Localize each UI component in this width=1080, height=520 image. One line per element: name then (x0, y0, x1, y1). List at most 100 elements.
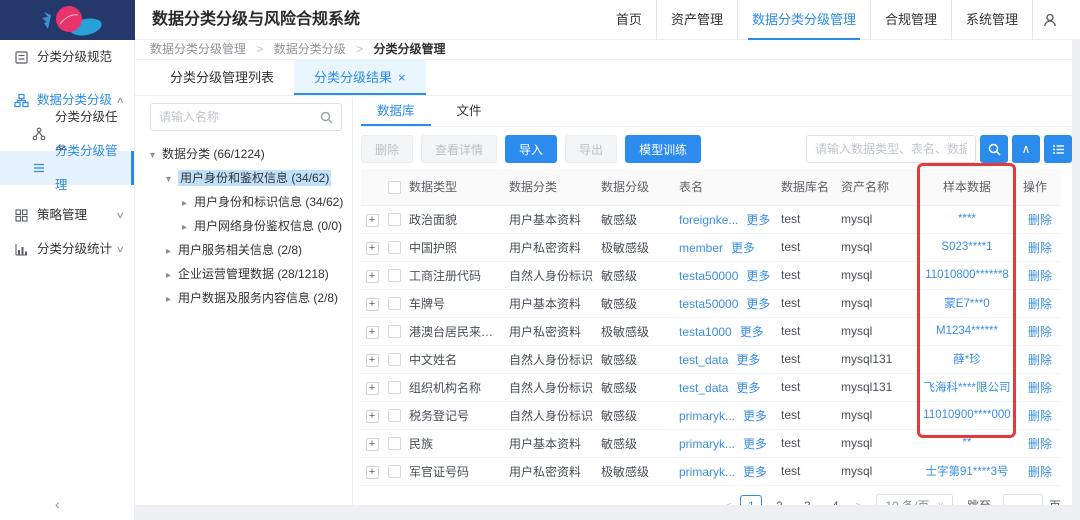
expand-row-icon[interactable]: + (366, 326, 379, 339)
next-page-icon[interactable]: > (849, 499, 868, 506)
tab-file[interactable]: 文件 (441, 97, 498, 126)
search-icon[interactable] (320, 111, 333, 124)
table-search-input[interactable] (806, 135, 976, 163)
row-checkbox[interactable] (388, 213, 401, 226)
table-name-link[interactable]: primaryk... (679, 437, 735, 451)
sidebar-collapse-button[interactable]: ‹ (45, 494, 70, 514)
row-checkbox[interactable] (388, 241, 401, 254)
tree-node[interactable]: ▸用户服务相关信息 (2/8) (150, 239, 342, 263)
expand-row-icon[interactable]: + (366, 410, 379, 423)
jump-page-input[interactable] (1003, 494, 1043, 506)
table-name-link[interactable]: testa50000 (679, 269, 738, 283)
row-checkbox[interactable] (388, 297, 401, 310)
sidebar-item-classification-spec[interactable]: 分类分级规范 (0, 40, 134, 74)
more-link[interactable]: 更多 (746, 269, 770, 283)
delete-row-link[interactable]: 删除 (1028, 325, 1052, 339)
close-icon[interactable]: × (398, 70, 406, 85)
expand-row-icon[interactable]: + (366, 242, 379, 255)
delete-row-link[interactable]: 删除 (1028, 241, 1052, 255)
row-checkbox[interactable] (388, 269, 401, 282)
expand-row-icon[interactable]: + (366, 270, 379, 283)
page-number-1[interactable]: 1 (740, 495, 762, 506)
delete-row-link[interactable]: 删除 (1028, 297, 1052, 311)
expand-row-icon[interactable]: + (366, 214, 379, 227)
delete-button[interactable]: 删除 (361, 135, 413, 163)
tree-node[interactable]: ▸用户数据及服务内容信息 (2/8) (150, 287, 342, 311)
nav-item-compliance[interactable]: 合规管理 (870, 0, 951, 40)
row-checkbox[interactable] (388, 353, 401, 366)
collapse-search-button[interactable]: ∧ (1012, 135, 1040, 163)
delete-row-link[interactable]: 删除 (1028, 409, 1052, 423)
more-link[interactable]: 更多 (740, 325, 764, 339)
expand-row-icon[interactable]: + (366, 298, 379, 311)
select-all-checkbox[interactable] (388, 181, 401, 194)
caret-right-icon[interactable]: ▸ (182, 217, 194, 239)
row-checkbox[interactable] (388, 381, 401, 394)
tree-node-selected[interactable]: ▾用户身份和鉴权信息 (34/62) (150, 167, 342, 191)
table-name-link[interactable]: testa50000 (679, 297, 738, 311)
more-link[interactable]: 更多 (731, 241, 755, 255)
table-name-link[interactable]: primaryk... (679, 465, 735, 479)
nav-item-data-classification[interactable]: 数据分类分级管理 (737, 0, 870, 40)
caret-right-icon[interactable]: ▸ (166, 265, 178, 287)
import-button[interactable]: 导入 (505, 135, 557, 163)
more-link[interactable]: 更多 (743, 437, 767, 451)
more-link[interactable]: 更多 (736, 353, 760, 367)
prev-page-icon[interactable]: < (718, 499, 737, 506)
export-button[interactable]: 导出 (565, 135, 617, 163)
nav-item-home[interactable]: 首页 (602, 0, 656, 40)
tab-classification-result[interactable]: 分类分级结果× (294, 60, 426, 95)
table-name-link[interactable]: test_data (679, 381, 728, 395)
row-checkbox[interactable] (388, 465, 401, 478)
search-button[interactable] (980, 135, 1008, 163)
caret-down-icon[interactable]: ▾ (150, 145, 162, 167)
more-link[interactable]: 更多 (743, 465, 767, 479)
page-number-2[interactable]: 2 (768, 495, 790, 506)
expand-row-icon[interactable]: + (366, 466, 379, 479)
table-name-link[interactable]: testa1000 (679, 325, 732, 339)
caret-down-icon[interactable]: ▾ (166, 169, 178, 191)
expand-row-icon[interactable]: + (366, 354, 379, 367)
delete-row-link[interactable]: 删除 (1028, 465, 1052, 479)
delete-row-link[interactable]: 删除 (1028, 437, 1052, 451)
row-checkbox[interactable] (388, 437, 401, 450)
more-link[interactable]: 更多 (736, 381, 760, 395)
page-number-4[interactable]: 4 (824, 495, 846, 506)
tab-database[interactable]: 数据库 (361, 97, 431, 126)
caret-right-icon[interactable]: ▸ (166, 289, 178, 311)
table-name-link[interactable]: primaryk... (679, 409, 735, 423)
tree-node[interactable]: ▸企业运营管理数据 (28/1218) (150, 263, 342, 287)
row-checkbox[interactable] (388, 409, 401, 422)
column-settings-button[interactable] (1044, 135, 1072, 163)
expand-row-icon[interactable]: + (366, 382, 379, 395)
sidebar-item-classification-statistics[interactable]: 分类分级统计 ∨ (0, 232, 134, 266)
delete-row-link[interactable]: 删除 (1028, 353, 1052, 367)
tree-node[interactable]: ▾数据分类 (66/1224) (150, 143, 342, 167)
page-size-select[interactable]: 10 条/页∨ (876, 494, 953, 506)
nav-item-assets[interactable]: 资产管理 (656, 0, 737, 40)
row-checkbox[interactable] (388, 325, 401, 338)
view-detail-button[interactable]: 查看详情 (421, 135, 497, 163)
expand-row-icon[interactable]: + (366, 438, 379, 451)
model-training-button[interactable]: 模型训练 (625, 135, 701, 163)
table-name-link[interactable]: test_data (679, 353, 728, 367)
delete-row-link[interactable]: 删除 (1028, 213, 1052, 227)
nav-item-system[interactable]: 系统管理 (951, 0, 1032, 40)
caret-right-icon[interactable]: ▸ (182, 193, 194, 215)
tree-node[interactable]: ▸用户网络身份鉴权信息 (0/0) (150, 215, 342, 239)
breadcrumb-item[interactable]: 数据分类分级 (274, 42, 346, 56)
tree-search-input[interactable] (159, 110, 320, 124)
delete-row-link[interactable]: 删除 (1028, 381, 1052, 395)
more-link[interactable]: 更多 (746, 213, 770, 227)
caret-right-icon[interactable]: ▸ (166, 241, 178, 263)
delete-row-link[interactable]: 删除 (1028, 269, 1052, 283)
more-link[interactable]: 更多 (746, 297, 770, 311)
tree-node[interactable]: ▸用户身份和标识信息 (34/62) (150, 191, 342, 215)
table-name-link[interactable]: member (679, 241, 723, 255)
sidebar-item-classification-management[interactable]: 分类分级管理 (0, 151, 134, 185)
table-name-link[interactable]: foreignke... (679, 213, 738, 227)
breadcrumb-item[interactable]: 数据分类分级管理 (150, 42, 246, 56)
user-icon[interactable] (1032, 0, 1066, 40)
more-link[interactable]: 更多 (743, 409, 767, 423)
sidebar-item-strategy-management[interactable]: 策略管理 ∨ (0, 198, 134, 232)
